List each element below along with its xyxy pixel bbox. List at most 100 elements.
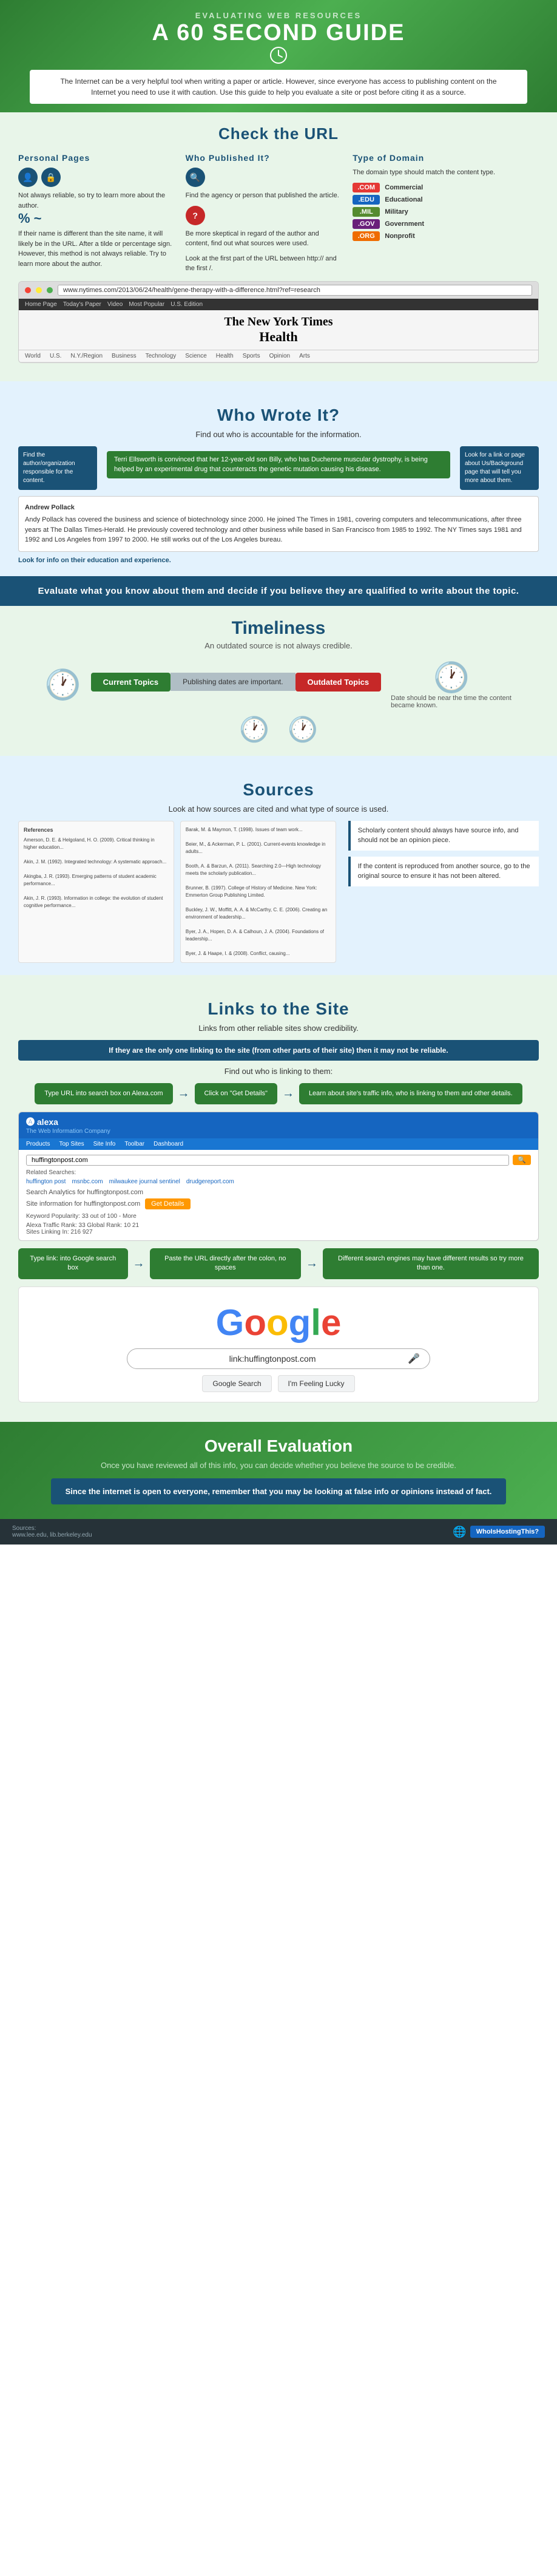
google-feeling-lucky-button[interactable]: I'm Feeling Lucky: [278, 1375, 355, 1392]
check-url-section: Check the URL Personal Pages 👤 🔒 Not alw…: [0, 112, 557, 381]
alexa-search-row: huffingtonpost.com 🔍: [26, 1155, 531, 1166]
who-published-text2: Be more skeptical in regard of the autho…: [186, 229, 341, 249]
clock-icon: [270, 47, 287, 64]
flow-box-1c: Learn about site's traffic info, who is …: [299, 1083, 522, 1104]
refs-col-2: Barak, M. & Maymon, T. (1998). Issues of…: [180, 821, 336, 963]
alexa-nav: Products Top Sites Site Info Toolbar Das…: [19, 1138, 538, 1150]
question-icon: ?: [186, 206, 205, 225]
footer-logo: WhoIsHostingThis?: [470, 1526, 545, 1538]
flow-box-1b-text: Click on "Get Details": [204, 1090, 268, 1097]
get-details-button[interactable]: Get Details: [145, 1198, 190, 1209]
header-description: The Internet can be a very helpful tool …: [30, 70, 527, 104]
nyt-nav: Home Page Today's Paper Video Most Popul…: [19, 299, 538, 310]
sources-notes: Scholarly content should always have sou…: [348, 821, 539, 963]
source-note-1: Scholarly content should always have sou…: [348, 821, 539, 851]
label-military: Military: [385, 208, 408, 216]
nyt-world: World: [25, 353, 41, 359]
sources-inner: References Amerson, D. E. & Helgoland, H…: [18, 821, 539, 963]
overall-warning: Since the internet is open to everyone, …: [51, 1478, 506, 1505]
google-flow-row: Type link: into Google search box → Past…: [18, 1248, 539, 1279]
nyt-us: U.S.: [50, 353, 61, 359]
alexa-keyword-label: Keyword Popularity:: [26, 1213, 80, 1220]
alexa-mockup: 🅐 alexa The Web Information Company Prod…: [18, 1112, 539, 1241]
alexa-logo-area: 🅐 alexa The Web Information Company: [26, 1116, 110, 1135]
label-educational: Educational: [385, 196, 422, 203]
google-search-text[interactable]: link:huffingtonpost.com: [137, 1354, 408, 1364]
flow-arrow-1: →: [173, 1087, 195, 1101]
timeliness-badges: Current Topics Publishing dates are impo…: [91, 673, 382, 696]
flow-box-2b-text: Paste the URL directly after the colon, …: [164, 1255, 286, 1271]
overall-section: Overall Evaluation Once you have reviewe…: [0, 1422, 557, 1520]
who-wrote-section: Who Wrote It? Find out who is accountabl…: [0, 381, 557, 576]
timeliness-section: Timeliness An outdated source is not alw…: [0, 606, 557, 756]
alexa-logo: 🅐 alexa: [26, 1116, 110, 1128]
badge-gov: .GOV: [353, 219, 380, 229]
nyt-nav-video: Video: [107, 301, 123, 308]
clock-bottom-right: 🕐: [288, 715, 318, 744]
alexa-nav-toolbar: Toolbar: [124, 1141, 144, 1147]
author-name: Andrew Pollack: [25, 503, 532, 513]
who-wrote-subtitle: Find out who is accountable for the info…: [18, 430, 539, 439]
page-header: Evaluating Web Resources A 60 Second Gui…: [0, 0, 557, 112]
alexa-search-button[interactable]: 🔍: [513, 1155, 531, 1165]
overall-subtitle: Once you have reviewed all of this info,…: [18, 1461, 539, 1470]
footer-sources-line2: www.lee.edu, lib.berkeley.edu: [12, 1532, 92, 1538]
tilde-percent-symbol: % ~: [18, 211, 174, 226]
browser-dot-yellow: [36, 287, 42, 293]
alexa-site-info-row: Site information for huffingtonpost.com …: [26, 1198, 531, 1209]
check-url-title: Check the URL: [18, 124, 539, 143]
links-find-text: Find out who is linking to them:: [18, 1067, 539, 1076]
domain-type-subtitle: The domain type should match the content…: [353, 168, 539, 178]
url-columns: Personal Pages 👤 🔒 Not always reliable, …: [18, 153, 539, 274]
alexa-flow-row: Type URL into search box on Alexa.com → …: [18, 1083, 539, 1104]
timeliness-bottom-clocks: 🕐 🕐: [18, 715, 539, 744]
browser-content: Home Page Today's Paper Video Most Popul…: [19, 299, 538, 362]
browser-url-bar[interactable]: www.nytimes.com/2013/06/24/health/gene-t…: [58, 285, 532, 296]
clock-right-col: 🕐 Date should be near the time the conte…: [391, 660, 512, 709]
google-e: e: [321, 1302, 341, 1343]
google-o1: o: [244, 1302, 266, 1343]
label-commercial: Commercial: [385, 184, 423, 191]
alexa-related-link-1[interactable]: huffington post: [26, 1178, 66, 1185]
google-o2: o: [266, 1302, 289, 1343]
nyt-business: Business: [112, 353, 137, 359]
nyt-nyregion: N.Y./Region: [70, 353, 103, 359]
alexa-related-link-2[interactable]: msnbc.com: [72, 1178, 103, 1185]
author-info-box: Andrew Pollack Andy Pollack has covered …: [18, 496, 539, 552]
clock-right-icon: 🕐: [433, 660, 470, 695]
alexa-traffic-rank: Alexa Traffic Rank: 33 Global Rank: 10 2…: [26, 1222, 531, 1235]
alexa-related-link-3[interactable]: milwaukee journal sentinel: [109, 1178, 180, 1185]
sources-section: Sources Look at how sources are cited an…: [0, 756, 557, 975]
badge-edu: .EDU: [353, 195, 380, 205]
bottom-note: Look for info on their education and exp…: [18, 557, 539, 564]
alexa-related-link-4[interactable]: drudgereport.com: [186, 1178, 234, 1185]
personal-pages-title: Personal Pages: [18, 153, 174, 163]
alexa-nav-topsites: Top Sites: [59, 1141, 84, 1147]
browser-bar: www.nytimes.com/2013/06/24/health/gene-t…: [19, 282, 538, 299]
alexa-tagline: The Web Information Company: [26, 1128, 110, 1135]
nyt-header: The New York Times Health: [19, 310, 538, 350]
timeliness-row: 🕐 Current Topics Publishing dates are im…: [18, 660, 539, 709]
alexa-keyword-value: 33 out of 100 - More: [82, 1213, 137, 1220]
badge-org: .ORG: [353, 231, 380, 241]
alexa-nav-siteinfo: Site Info: [93, 1141, 116, 1147]
clock-left-icon: 🕐: [45, 667, 81, 702]
domain-row-gov: .GOV Government: [353, 219, 539, 229]
header-top-text: Evaluating Web Resources: [12, 11, 545, 20]
google-search-button[interactable]: Google Search: [202, 1375, 271, 1392]
sources-title: Sources: [18, 780, 539, 800]
domain-row-org: .ORG Nonprofit: [353, 231, 539, 241]
label-nonprofit: Nonprofit: [385, 233, 414, 240]
alexa-header: 🅐 alexa The Web Information Company: [19, 1112, 538, 1138]
nyt-nav-usedition: U.S. Edition: [170, 301, 203, 308]
nyt-health: Health: [216, 353, 234, 359]
alexa-body: huffingtonpost.com 🔍 Related Searches: h…: [19, 1150, 538, 1240]
nyt-technology: Technology: [146, 353, 177, 359]
alexa-stats: Keyword Popularity: 33 out of 100 - More: [26, 1213, 531, 1220]
nyt-nav-mostpopular: Most Popular: [129, 301, 164, 308]
who-published-text1: Find the agency or person that published…: [186, 191, 341, 201]
person-icon: 👤: [18, 168, 38, 187]
flow-box-1c-text: Learn about site's traffic info, who is …: [309, 1090, 513, 1097]
alexa-nav-dashboard: Dashboard: [154, 1141, 183, 1147]
alexa-search-box[interactable]: huffingtonpost.com: [26, 1155, 509, 1166]
